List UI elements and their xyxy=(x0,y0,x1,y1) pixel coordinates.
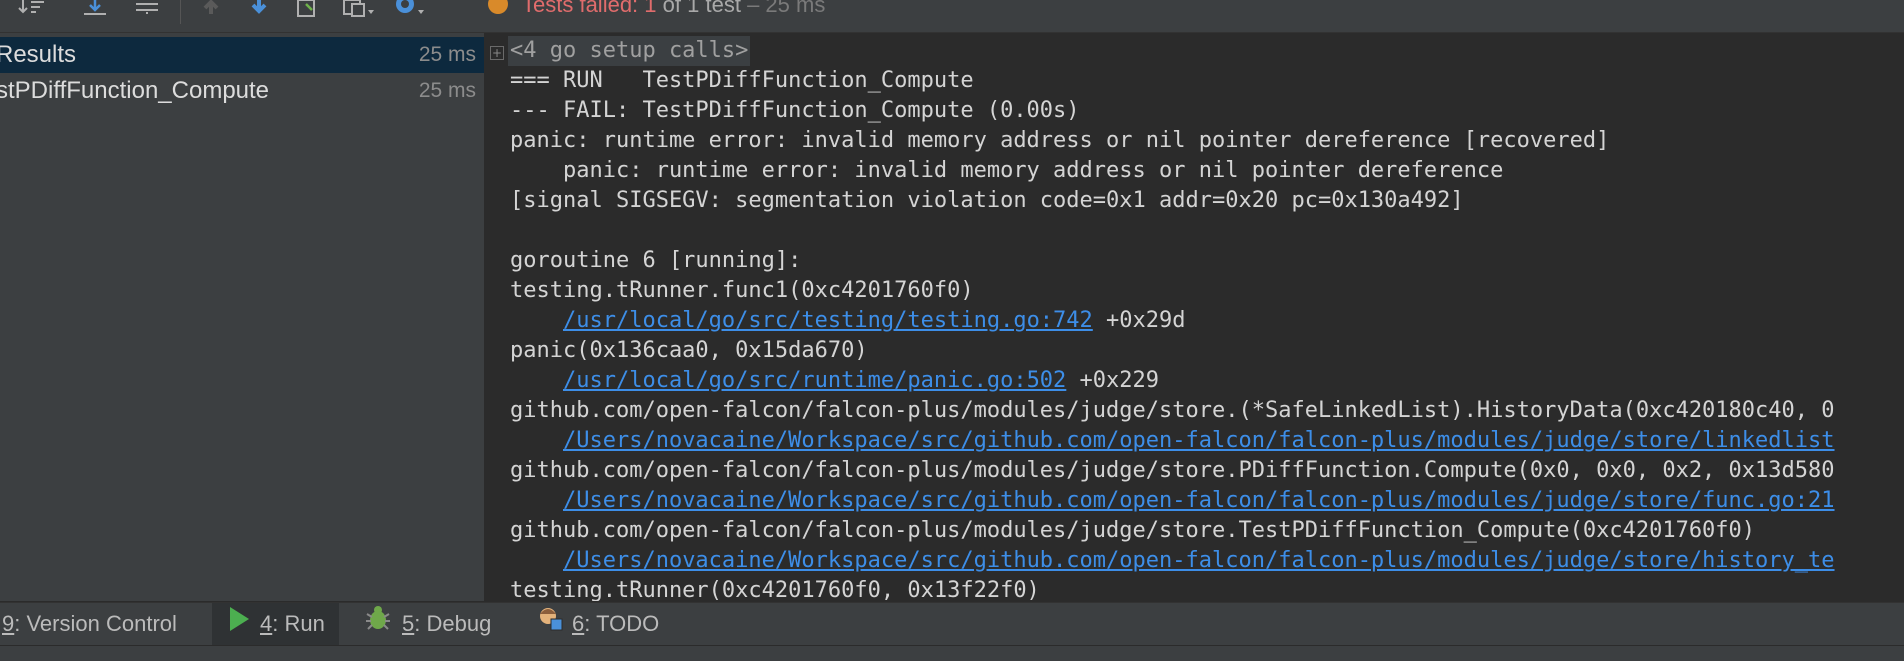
console-line: github.com/open-falcon/falcon-plus/modul… xyxy=(510,398,1835,423)
tree-item-label: Results xyxy=(0,41,77,68)
console-output[interactable]: + <4 go setup calls> === RUN TestPDiffFu… xyxy=(486,33,1904,601)
offset: +0x29d xyxy=(1092,308,1186,333)
status-time: – 25 ms xyxy=(747,0,826,17)
toolbar-separator xyxy=(180,0,181,24)
tree-item-duration: 25 ms xyxy=(418,43,476,66)
tool-window-bar: 9: Version Control 4: Run 5: Debug 6: TO… xyxy=(0,602,1904,645)
tab-todo[interactable]: 6: TODO xyxy=(536,603,659,645)
console-line: [signal SIGSEGV: segmentation violation … xyxy=(510,188,1464,213)
console-line: /usr/local/go/src/testing/testing.go:742… xyxy=(510,306,1186,336)
console-line: testing.tRunner.func1(0xc4201760f0) xyxy=(510,278,974,303)
tab-label: : Debug xyxy=(414,611,492,636)
previous-failed-icon[interactable] xyxy=(196,0,226,20)
tab-debug[interactable]: 5: Debug xyxy=(362,603,505,645)
status-total: of 1 test xyxy=(662,0,741,17)
console-line: /Users/novacaine/Workspace/src/github.co… xyxy=(510,546,1835,576)
console-line: /usr/local/go/src/runtime/panic.go:502 +… xyxy=(510,366,1159,396)
tab-label: : TODO xyxy=(584,611,660,636)
console-line: === RUN TestPDiffFunction_Compute xyxy=(510,68,974,93)
import-icon[interactable] xyxy=(340,0,374,20)
sort-icon[interactable] xyxy=(18,0,48,20)
tab-shortcut-key: 9 xyxy=(2,611,15,636)
console-line: panic(0x136caa0, 0x15da670) xyxy=(510,338,868,363)
source-link[interactable]: /usr/local/go/src/runtime/panic.go:502 xyxy=(563,368,1066,393)
tab-run[interactable]: 4: Run xyxy=(212,603,339,645)
console-line: testing.tRunner(0xc4201760f0, 0x13f22f0) xyxy=(510,578,1040,601)
console-line: /Users/novacaine/Workspace/src/github.co… xyxy=(510,486,1835,516)
console-folded-setup[interactable]: <4 go setup calls> xyxy=(508,36,751,66)
status-failed-label: Tests failed: xyxy=(522,0,639,17)
offset: +0x229 xyxy=(1066,368,1160,393)
todo-icon xyxy=(536,604,564,646)
tab-shortcut-key: 4 xyxy=(260,611,273,636)
tab-label: : Version Control xyxy=(14,611,177,636)
console-line: /Users/novacaine/Workspace/src/github.co… xyxy=(510,426,1835,456)
expand-all-icon[interactable] xyxy=(80,0,110,20)
console-line: panic: runtime error: invalid memory add… xyxy=(510,158,1504,183)
source-link[interactable]: /Users/novacaine/Workspace/src/github.co… xyxy=(563,548,1835,573)
tab-shortcut-key: 6 xyxy=(572,611,585,636)
settings-gear-icon[interactable] xyxy=(392,0,424,20)
console-line: panic: runtime error: invalid memory add… xyxy=(510,128,1610,153)
test-results-tree: Results 25 ms stPDiffFunction_Compute 25… xyxy=(0,33,485,601)
export-icon[interactable] xyxy=(292,0,322,20)
status-bar xyxy=(0,645,1904,661)
source-link[interactable]: /Users/novacaine/Workspace/src/github.co… xyxy=(563,428,1835,453)
next-failed-icon[interactable] xyxy=(244,0,274,20)
warning-icon xyxy=(488,0,508,15)
tab-shortcut-key: 5 xyxy=(402,611,415,636)
console-line: --- FAIL: TestPDiffFunction_Compute (0.0… xyxy=(510,98,1080,123)
tree-item-results[interactable]: Results 25 ms xyxy=(0,37,484,73)
collapse-all-icon[interactable] xyxy=(132,0,162,20)
test-status: Tests failed: 1 of 1 test – 25 ms xyxy=(488,0,825,18)
bug-icon xyxy=(364,604,392,646)
console-line: github.com/open-falcon/falcon-plus/modul… xyxy=(510,518,1756,543)
tree-item-label: stPDiffFunction_Compute xyxy=(0,77,270,104)
tree-item-test[interactable]: stPDiffFunction_Compute 25 ms xyxy=(0,73,484,109)
console-line: github.com/open-falcon/falcon-plus/modul… xyxy=(510,458,1835,483)
status-failed-count: 1 xyxy=(644,0,657,17)
source-link[interactable]: /Users/novacaine/Workspace/src/github.co… xyxy=(563,488,1835,513)
console-line: goroutine 6 [running]: xyxy=(510,248,802,273)
expand-toggle-icon[interactable]: + xyxy=(490,46,504,60)
tab-label: : Run xyxy=(272,611,325,636)
play-icon xyxy=(228,604,250,646)
tree-item-duration: 25 ms xyxy=(418,79,476,102)
run-toolbar: Tests failed: 1 of 1 test – 25 ms xyxy=(0,0,1904,33)
tab-version-control[interactable]: 9: Version Control xyxy=(2,603,191,645)
source-link[interactable]: /usr/local/go/src/testing/testing.go:742 xyxy=(563,308,1093,333)
